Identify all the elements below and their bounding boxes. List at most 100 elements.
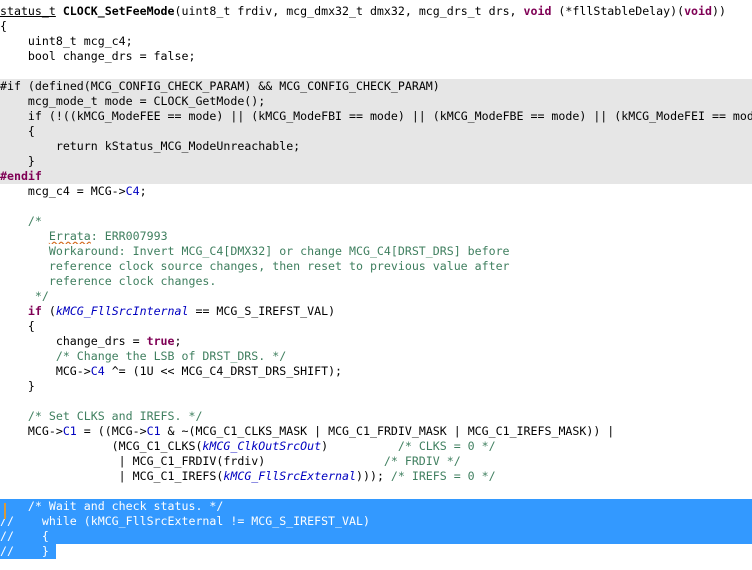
code-line[interactable]: // } xyxy=(0,544,56,559)
code-token: ; xyxy=(139,184,147,198)
code-token: (defined(MCG_CONFIG_CHECK_PARAM) && MCG_… xyxy=(20,79,440,93)
code-token: (uint8_t frdiv, mcg_dmx32_t dmx32, mcg_d… xyxy=(174,4,524,18)
code-line[interactable]: | MCG_C1_IREFS(kMCG_FllSrcExternal))); /… xyxy=(0,469,752,484)
code-token: void xyxy=(684,4,712,18)
selection-marker xyxy=(4,503,6,519)
code-line[interactable]: #endif xyxy=(0,169,752,184)
code-token: bool change_drs = false; xyxy=(0,49,196,63)
code-token: (*fllStableDelay)( xyxy=(551,4,685,18)
code-line[interactable]: #if (defined(MCG_CONFIG_CHECK_PARAM) && … xyxy=(0,79,752,94)
code-token: (!((kMCG_ModeFEE == mode) || (kMCG_ModeF… xyxy=(41,109,752,123)
code-token: = ((MCG-> xyxy=(76,424,147,438)
code-line[interactable]: { xyxy=(0,124,752,139)
code-line[interactable]: } xyxy=(0,379,752,394)
code-line[interactable]: status_t CLOCK_SetFeeMode(uint8_t frdiv,… xyxy=(0,4,752,19)
code-line[interactable] xyxy=(0,64,752,79)
code-line[interactable]: /* Change the LSB of DRST_DRS. */ xyxy=(0,349,752,364)
code-line[interactable]: Errata: ERR007993 xyxy=(0,229,752,244)
code-token: kMCG_FllSrcInternal xyxy=(55,304,189,318)
code-token: { xyxy=(0,319,35,333)
code-line[interactable]: mcg_mode_t mode = CLOCK_GetMode(); xyxy=(0,94,752,109)
code-line[interactable]: if (!((kMCG_ModeFEE == mode) || (kMCG_Mo… xyxy=(0,109,752,124)
code-token: status_t xyxy=(0,4,56,18)
code-token: // while (kMCG_FllSrcExternal != MCG_S_I… xyxy=(0,514,370,528)
code-line[interactable]: reference clock changes. xyxy=(0,274,752,289)
code-token: // { xyxy=(0,529,49,543)
code-line[interactable]: /* xyxy=(0,214,752,229)
code-token: ( xyxy=(41,304,56,318)
code-token: MCG-> xyxy=(0,364,91,378)
code-token: reference clock source changes, then res… xyxy=(0,259,510,273)
code-line[interactable] xyxy=(0,199,752,214)
code-line[interactable]: { xyxy=(0,19,752,34)
code-token: /* IREFS = 0 */ xyxy=(390,469,496,483)
code-token: { xyxy=(0,124,35,138)
code-token: /* Set CLKS and IREFS. */ xyxy=(27,409,203,423)
code-token: true xyxy=(146,334,175,348)
code-token: reference clock changes. xyxy=(0,274,217,288)
code-token: #if xyxy=(0,79,21,93)
code-token: #endif xyxy=(0,169,42,183)
code-line[interactable]: /* Set CLKS and IREFS. */ xyxy=(0,409,752,424)
code-token: { xyxy=(0,19,7,33)
code-token: ^= (1U << MCG_C4_DRST_DRS_SHIFT); xyxy=(104,364,343,378)
code-line[interactable]: Workaround: Invert MCG_C4[DMX32] or chan… xyxy=(0,244,752,259)
code-line[interactable]: // { xyxy=(0,529,752,544)
code-line[interactable]: | MCG_C1_FRDIV(frdiv) /* FRDIV */ xyxy=(0,454,752,469)
code-token: ; xyxy=(174,334,182,348)
code-token: uint8_t mcg_c4; xyxy=(0,34,133,48)
code-line[interactable]: (MCG_C1_CLKS(kMCG_ClkOutSrcOut) /* CLKS … xyxy=(0,439,752,454)
code-editor[interactable]: status_t CLOCK_SetFeeMode(uint8_t frdiv,… xyxy=(0,0,752,570)
code-line[interactable]: MCG->C1 = ((MCG->C1 & ~(MCG_C1_CLKS_MASK… xyxy=(0,424,752,439)
code-line[interactable] xyxy=(0,394,752,409)
code-line[interactable]: reference clock source changes, then res… xyxy=(0,259,752,274)
code-token: void xyxy=(523,4,552,18)
code-line[interactable]: if (kMCG_FllSrcInternal == MCG_S_IREFST_… xyxy=(0,304,752,319)
code-token: C4 xyxy=(90,364,105,378)
code-token: C1 xyxy=(62,424,77,438)
code-line[interactable]: // while (kMCG_FllSrcExternal != MCG_S_I… xyxy=(0,514,752,529)
code-token: kMCG_ClkOutSrcOut xyxy=(202,439,322,453)
code-line[interactable]: MCG->C4 ^= (1U << MCG_C4_DRST_DRS_SHIFT)… xyxy=(0,364,752,379)
code-token: if xyxy=(27,304,42,318)
code-token: MCG-> xyxy=(0,424,63,438)
code-line[interactable]: mcg_c4 = MCG->C4; xyxy=(0,184,752,199)
code-line[interactable]: { xyxy=(0,319,752,334)
code-token: (MCG_C1_CLKS( xyxy=(0,439,203,453)
code-token: )) xyxy=(712,4,726,18)
code-token: /* Change the LSB of DRST_DRS. */ xyxy=(55,349,287,363)
code-token: C4 xyxy=(125,184,140,198)
code-token: : ERR007993 xyxy=(90,229,168,243)
code-token: Workaround: Invert MCG_C4[DMX32] or chan… xyxy=(0,244,510,258)
code-line[interactable]: */ xyxy=(0,289,752,304)
code-line[interactable]: change_drs = true; xyxy=(0,334,752,349)
code-token: /* Wait and check status. */ xyxy=(0,499,224,513)
code-token: ) xyxy=(321,439,398,453)
code-token: kStatus_MCG_ModeUnreachable; xyxy=(97,139,301,153)
code-token: /* xyxy=(0,214,42,228)
code-token: } xyxy=(0,154,35,168)
code-line[interactable] xyxy=(0,484,752,499)
code-token: ))); xyxy=(356,469,391,483)
code-token: return xyxy=(55,139,98,153)
code-token: // } xyxy=(0,544,49,558)
code-line[interactable]: uint8_t mcg_c4; xyxy=(0,34,752,49)
code-token: CLOCK_SetFeeMode xyxy=(62,4,175,18)
code-token: mcg_mode_t mode = CLOCK_GetMode(); xyxy=(0,94,266,108)
code-line[interactable]: bool change_drs = false; xyxy=(0,49,752,64)
code-line[interactable]: return kStatus_MCG_ModeUnreachable; xyxy=(0,139,752,154)
code-token: Errata xyxy=(48,229,91,243)
code-line[interactable]: } xyxy=(0,154,752,169)
code-token: /* CLKS = 0 */ xyxy=(397,439,496,453)
code-token: */ xyxy=(0,289,49,303)
code-token: kMCG_FllSrcExternal xyxy=(223,469,356,483)
code-token: } xyxy=(0,379,35,393)
code-line[interactable]: /* Wait and check status. */ xyxy=(0,499,752,514)
